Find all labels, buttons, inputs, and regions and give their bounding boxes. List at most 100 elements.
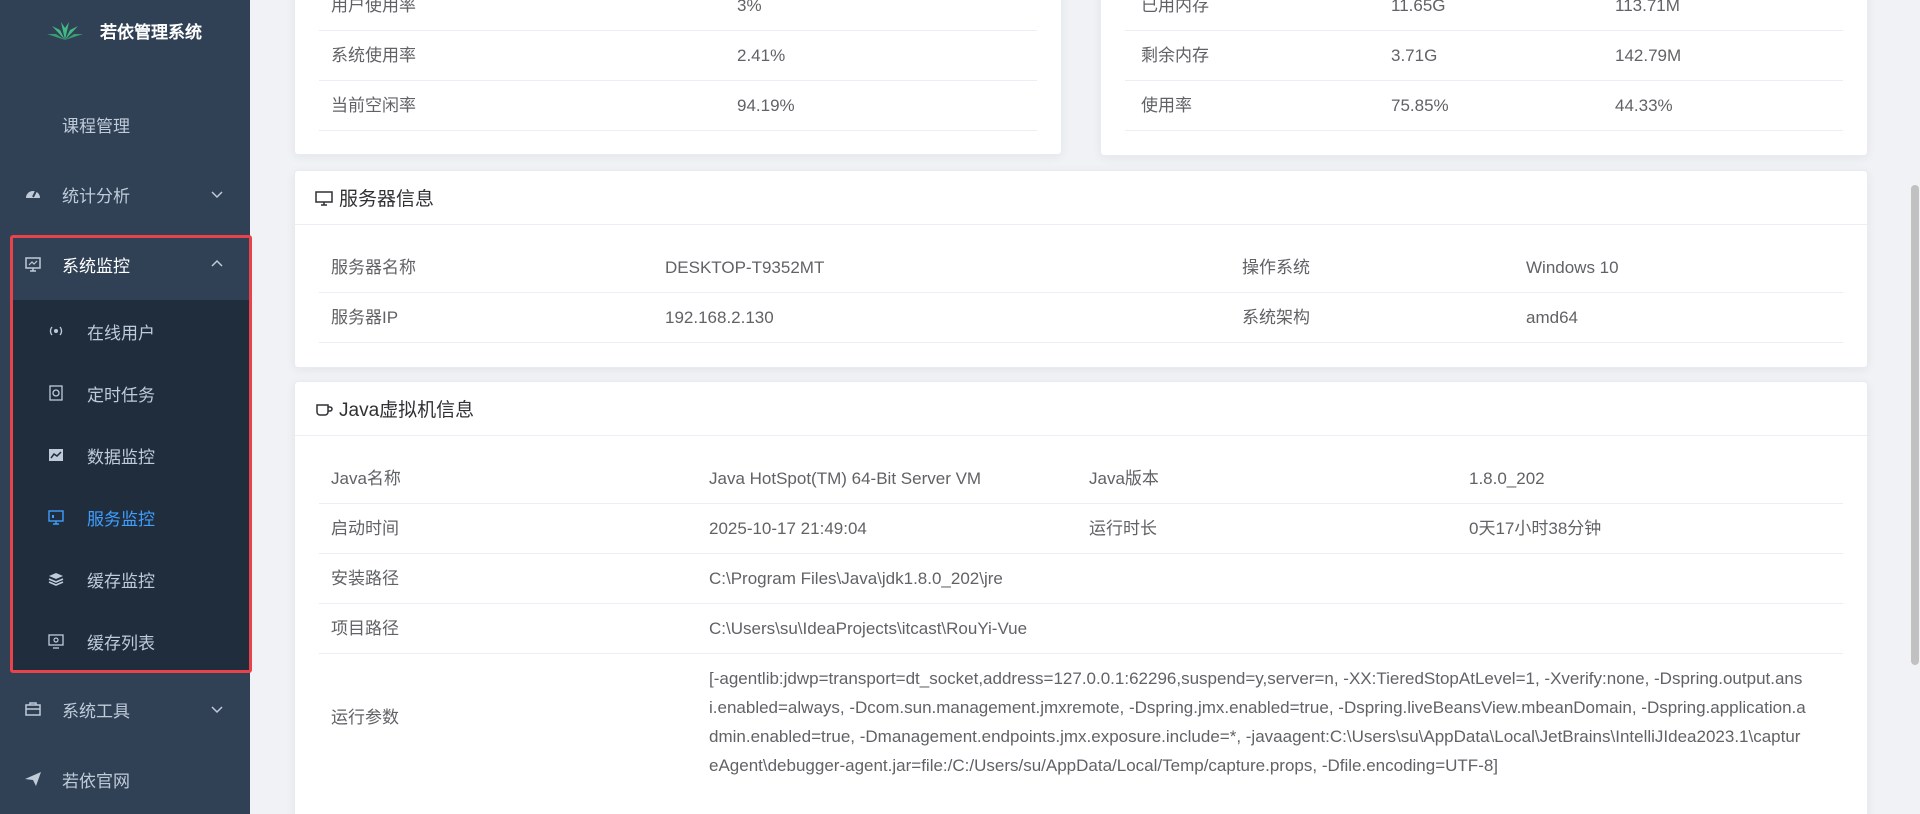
jvm-value: 44.33% (1615, 96, 1673, 115)
sidebar-item-label: 课程管理 (62, 116, 130, 136)
sidebar-item-scheduled-jobs[interactable]: 定时任务 (12, 362, 250, 424)
table-row: 已用内存 11.65G 113.71M (1125, 0, 1843, 31)
cpu-label: 当前空闲率 (331, 96, 416, 115)
table-row: Java名称 Java HotSpot(TM) 64-Bit Server VM… (319, 454, 1843, 504)
sidebar-item-course[interactable]: 课程管理 (0, 96, 250, 152)
jvm-key: 运行时长 (1089, 519, 1157, 538)
monitor-icon (315, 190, 333, 206)
job-icon (49, 385, 63, 401)
redis-icon (48, 573, 64, 586)
mem-label: 使用率 (1141, 96, 1192, 115)
sidebar: 若依管理系统 课程管理 统计分析 系统监控 在线用户 定时任务 数据监控 服务监… (0, 0, 252, 814)
sidebar-item-data-monitor[interactable]: 数据监控 (12, 424, 250, 486)
jvm-value: 0天17小时38分钟 (1469, 519, 1602, 538)
logo[interactable]: 若依管理系统 (0, 0, 250, 60)
sidebar-item-cache-list[interactable]: 缓存列表 (12, 610, 250, 672)
server-value: 192.168.2.130 (665, 308, 774, 327)
sidebar-item-tools[interactable]: 系统工具 (0, 681, 250, 737)
jvm-key: Java名称 (331, 469, 401, 488)
mem-value: 3.71G (1391, 46, 1438, 65)
jvm-key: 启动时间 (331, 519, 399, 538)
mem-value: 75.85% (1391, 96, 1449, 115)
server-value: Windows 10 (1526, 258, 1619, 277)
server-info-card: 服务器信息 服务器名称 DESKTOP-T9352MT 操作系统 Windows… (294, 170, 1868, 368)
table-row: 当前空闲率 94.19% (319, 81, 1037, 131)
cpu-value: 2.41% (737, 46, 786, 65)
mem-value: 11.65G (1391, 0, 1446, 15)
sidebar-item-label: 统计分析 (62, 186, 130, 206)
sidebar-item-label: 缓存监控 (87, 571, 155, 591)
cpu-label: 用户使用率 (331, 0, 416, 15)
toolbox-icon (25, 702, 41, 716)
online-icon (49, 326, 63, 336)
sidebar-item-label: 若依官网 (62, 771, 130, 791)
table-row: 安装路径 C:\Program Files\Java\jdk1.8.0_202\… (319, 554, 1843, 604)
card-header: Java虚拟机信息 (295, 382, 1867, 436)
memory-card: 已用内存 11.65G 113.71M 剩余内存 3.71G 142.79M 使… (1100, 0, 1868, 156)
jvm-key: 项目路径 (331, 619, 399, 638)
jvm-args-value: [-agentlib:jdwp=transport=dt_socket,addr… (709, 669, 1806, 775)
sidebar-item-label: 服务监控 (87, 509, 155, 529)
jvm-key: 运行参数 (331, 708, 399, 727)
jvm-value: 2025-10-17 21:49:04 (709, 519, 867, 538)
table-row: 系统使用率 2.41% (319, 31, 1037, 81)
chevron-down-icon (211, 191, 223, 199)
sidebar-item-online-users[interactable]: 在线用户 (12, 300, 250, 362)
chevron-up-icon (211, 259, 223, 267)
sidebar-item-official-site[interactable]: 若依官网 (0, 751, 250, 807)
table-row: 服务器名称 DESKTOP-T9352MT 操作系统 Windows 10 (319, 243, 1843, 293)
jvm-value: 1.8.0_202 (1469, 469, 1545, 488)
table-row: 使用率 75.85% 44.33% (1125, 81, 1843, 131)
server-value: amd64 (1526, 308, 1578, 327)
server-key: 操作系统 (1242, 258, 1310, 277)
server-key: 服务器名称 (331, 258, 416, 277)
monitor-submenu: 在线用户 定时任务 数据监控 服务监控 缓存监控 缓存列表 (12, 300, 250, 670)
card-header: 服务器信息 (295, 171, 1867, 225)
table-row: 运行参数 [-agentlib:jdwp=transport=dt_socket… (319, 654, 1843, 782)
druid-icon (49, 449, 63, 461)
chevron-down-icon (211, 706, 223, 714)
jvm-info-card: Java虚拟机信息 Java名称 Java HotSpot(TM) 64-Bit… (294, 381, 1868, 814)
card-title: 服务器信息 (339, 189, 435, 210)
table-row: 启动时间 2025-10-17 21:49:04 运行时长 0天17小时38分钟 (319, 504, 1843, 554)
send-icon (25, 772, 41, 786)
sidebar-item-label: 系统工具 (62, 701, 130, 721)
jvm-value: 142.79M (1615, 46, 1682, 65)
sidebar-item-label: 系统监控 (62, 256, 130, 276)
table-row: 用户使用率 3% (319, 0, 1037, 31)
jvm-value: Java HotSpot(TM) 64-Bit Server VM (709, 469, 982, 488)
monitor-icon (25, 257, 41, 272)
scrollbar-thumb[interactable] (1911, 185, 1919, 665)
table-row: 项目路径 C:\Users\su\IdeaProjects\itcast\Rou… (319, 604, 1843, 654)
sidebar-item-server-monitor[interactable]: 服务监控 (12, 486, 250, 548)
sidebar-item-label: 定时任务 (87, 385, 155, 405)
server-value: DESKTOP-T9352MT (665, 258, 825, 277)
card-title: Java虚拟机信息 (339, 400, 475, 421)
cpu-value: 3% (737, 0, 762, 15)
dashboard-icon (26, 190, 40, 198)
mem-label: 剩余内存 (1141, 46, 1209, 65)
jvm-key: Java版本 (1089, 469, 1159, 488)
sidebar-item-cache-monitor[interactable]: 缓存监控 (12, 548, 250, 610)
server-key: 服务器IP (331, 308, 399, 327)
cpu-card: 用户使用率 3% 系统使用率 2.41% 当前空闲率 94.19% (294, 0, 1062, 155)
server-icon (48, 510, 64, 525)
mem-label: 已用内存 (1141, 0, 1209, 15)
table-row: 服务器IP 192.168.2.130 系统架构 amd64 (319, 293, 1843, 343)
sidebar-item-label: 在线用户 (87, 323, 155, 343)
redis-list-icon (48, 634, 64, 649)
server-key: 系统架构 (1242, 308, 1310, 327)
sidebar-item-statistics[interactable]: 统计分析 (0, 166, 250, 222)
sidebar-item-monitor[interactable]: 系统监控 (0, 236, 250, 292)
scrollbar[interactable] (1910, 0, 1920, 814)
cpu-label: 系统使用率 (331, 46, 416, 65)
app-title: 若依管理系统 (100, 22, 202, 42)
logo-icon (47, 22, 83, 40)
coffee-cup-icon (316, 403, 333, 416)
sidebar-item-label: 缓存列表 (87, 633, 155, 653)
jvm-key: 安装路径 (331, 569, 399, 588)
sidebar-item-label: 数据监控 (87, 447, 155, 467)
cpu-value: 94.19% (737, 96, 795, 115)
jvm-value: 113.71M (1615, 0, 1680, 15)
jvm-value: C:\Program Files\Java\jdk1.8.0_202\jre (709, 569, 1003, 588)
